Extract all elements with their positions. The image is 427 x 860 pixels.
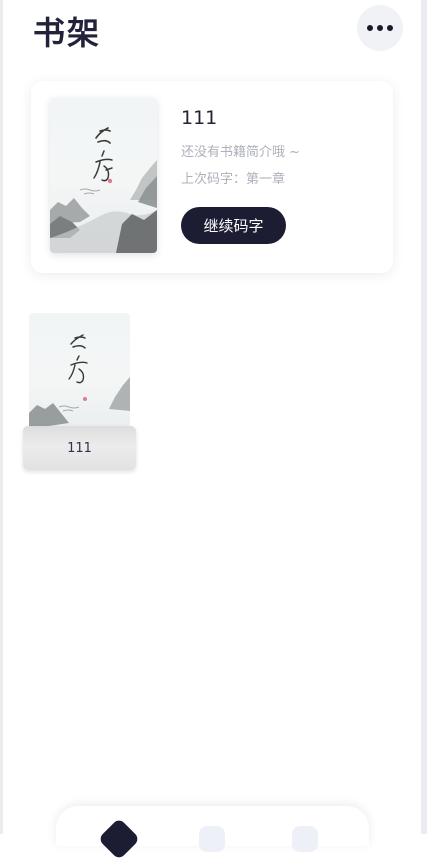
ink-landscape-illustration — [50, 127, 157, 253]
shelf-book-item[interactable]: 111 — [23, 311, 136, 470]
page-title: 书架 — [33, 14, 102, 52]
tab-icon[interactable] — [292, 826, 318, 852]
shelf-book-title: 111 — [23, 426, 136, 470]
more-horizontal-icon — [367, 25, 373, 31]
featured-book-card[interactable]: 111 还没有书籍简介哦 ~ 上次码字：第一章 继续码字 — [31, 81, 393, 273]
tab-icon[interactable] — [199, 826, 225, 852]
right-edge-divider — [421, 0, 427, 834]
book-cover-image[interactable] — [50, 98, 157, 253]
bottom-navigation — [56, 806, 369, 860]
ink-landscape-illustration — [29, 334, 130, 429]
more-horizontal-icon-dot — [377, 25, 383, 31]
more-horizontal-icon-dot — [387, 25, 393, 31]
last-chapter-text: 上次码字：第一章 — [181, 172, 286, 187]
shelf-book-cover[interactable] — [29, 313, 130, 439]
more-options-button[interactable] — [357, 5, 403, 51]
book-title: 111 — [181, 107, 218, 129]
bookshelf-icon[interactable] — [97, 817, 141, 860]
continue-writing-button[interactable]: 继续码字 — [181, 207, 286, 244]
book-intro: 还没有书籍简介哦 ~ — [181, 145, 301, 160]
left-edge-divider — [0, 0, 3, 834]
